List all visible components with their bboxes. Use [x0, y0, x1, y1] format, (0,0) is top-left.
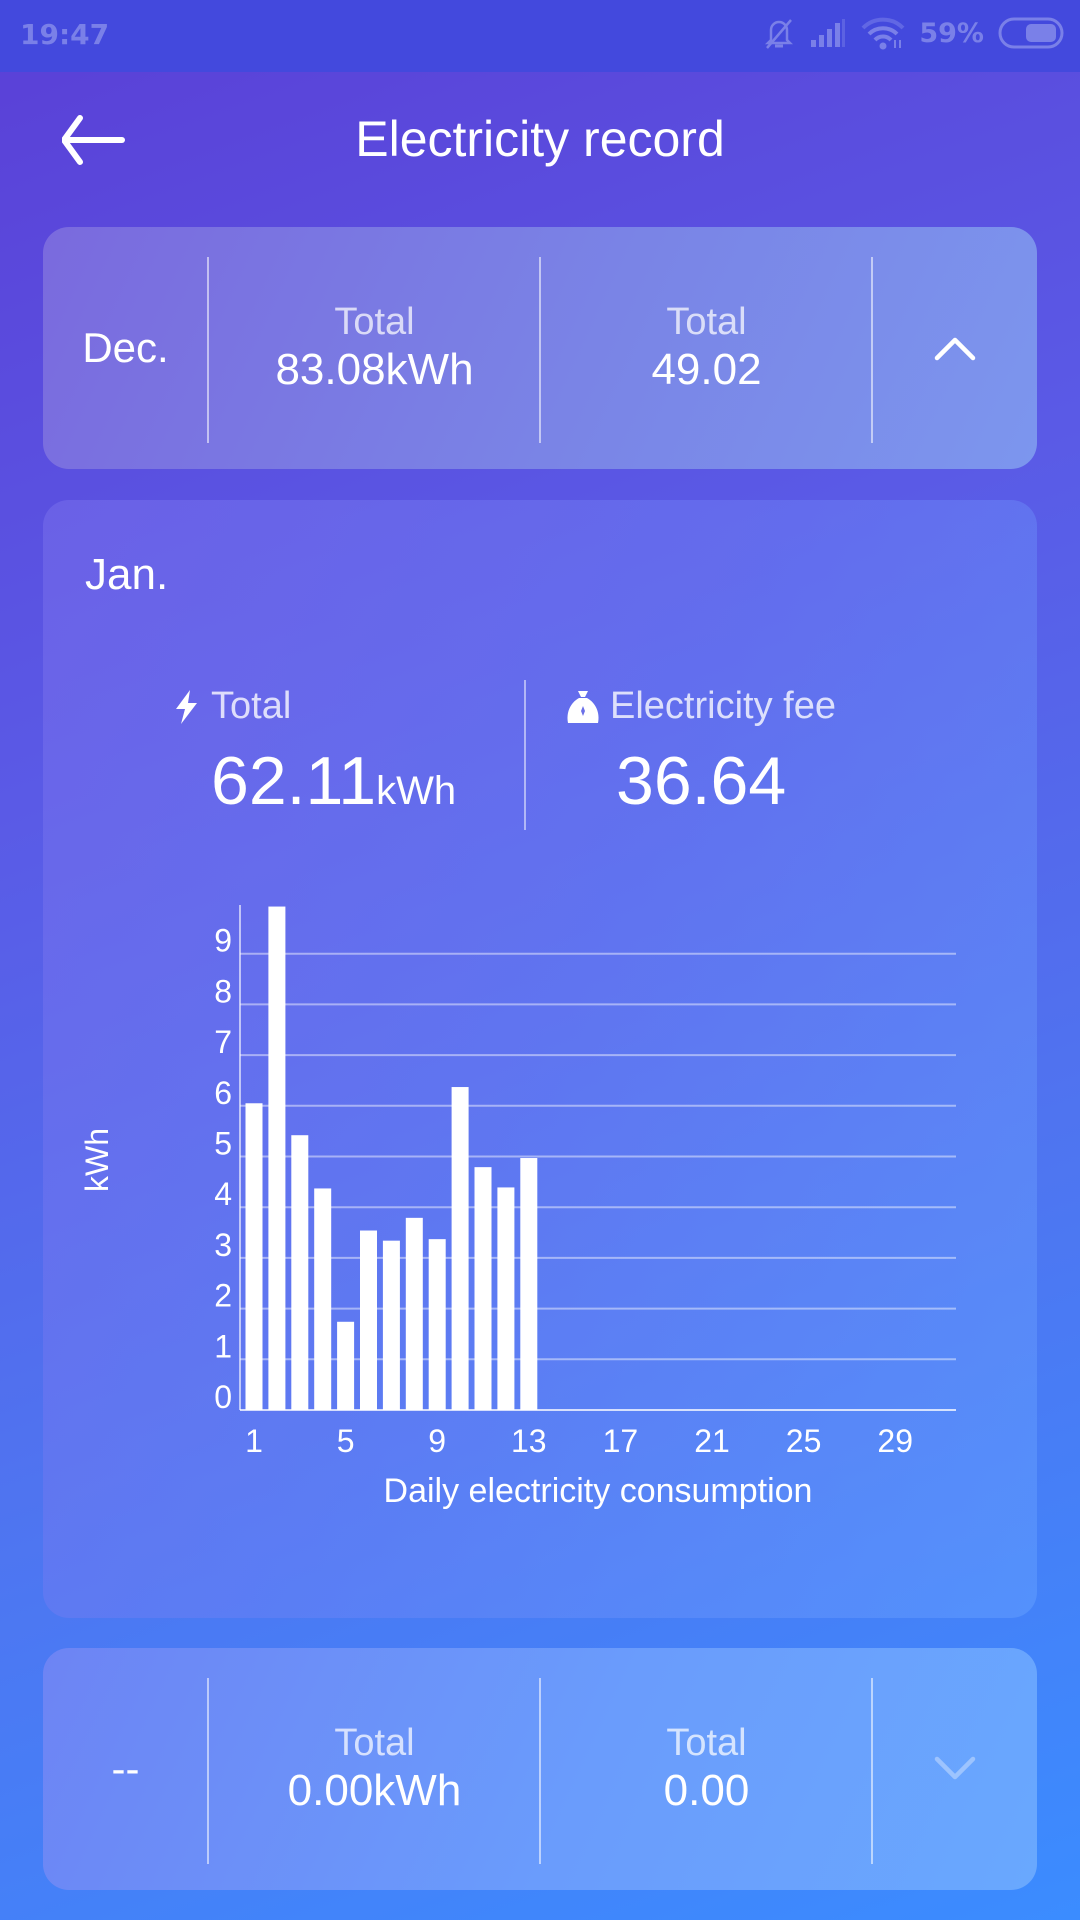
x-tick-label: 29 [877, 1423, 913, 1459]
y-tick-label: 9 [214, 923, 232, 959]
daily-consumption-chart: 0123456789 1 5 9 13 17 21 25 29 kWh Daily elect… [79, 905, 956, 1510]
energy-value: 83.08kWh [275, 345, 474, 394]
x-tick-label: 25 [786, 1423, 822, 1459]
x-tick-label: 17 [603, 1423, 639, 1459]
fee-total: Total 0.00 [541, 1648, 872, 1890]
page-title: Electricity record [355, 111, 725, 167]
fee-label: Total [666, 301, 747, 343]
y-tick-label: 5 [214, 1126, 232, 1162]
wifi-icon [861, 16, 905, 50]
battery-icon [998, 17, 1064, 49]
bar-day-3 [291, 1135, 309, 1410]
x-tick-label: 13 [511, 1423, 547, 1459]
month-label: Dec. [82, 324, 169, 371]
bar-day-2 [268, 906, 286, 1410]
x-tick-label: 21 [694, 1423, 730, 1459]
fee-value: 49.02 [651, 345, 762, 394]
collapse-button[interactable] [873, 227, 1037, 469]
bar-day-10 [451, 1087, 469, 1410]
chart-grid [240, 952, 956, 1361]
y-tick-label: 1 [214, 1328, 232, 1364]
fee-total: Total 49.02 [541, 227, 872, 469]
bar-day-8 [405, 1217, 423, 1410]
fee-value: 0.00 [663, 1766, 750, 1815]
month-summary-card-next[interactable]: -- Total 0.00kWh Total 0.00 [43, 1648, 1037, 1890]
x-tick-label: 5 [337, 1423, 355, 1459]
bar-day-5 [337, 1321, 355, 1410]
energy-value: 0.00kWh [287, 1766, 462, 1815]
x-axis-label: Daily electricity consumption [384, 1472, 813, 1510]
expand-button[interactable] [873, 1648, 1037, 1890]
app-header: Electricity record [0, 72, 1080, 202]
status-bar: 19:47 59% [0, 0, 1080, 72]
bar-day-7 [382, 1240, 400, 1410]
month-summary-card-previous[interactable]: Dec. Total 83.08kWh Total 49.02 [43, 227, 1037, 469]
y-tick-label: 4 [214, 1176, 232, 1212]
signal-icon [809, 18, 847, 48]
chart-bars [245, 906, 538, 1410]
energy-label: Total [334, 1722, 415, 1764]
bar-day-11 [474, 1167, 492, 1410]
bar-day-9 [428, 1239, 446, 1410]
y-tick-label: 7 [214, 1024, 232, 1060]
energy-total: Total 83.08kWh [209, 227, 540, 469]
bar-day-13 [520, 1158, 538, 1410]
bar-day-12 [497, 1187, 515, 1410]
x-tick-label: 1 [245, 1423, 263, 1459]
bar-day-6 [360, 1230, 377, 1410]
bar-day-4 [314, 1188, 332, 1410]
energy-label: Total [334, 301, 415, 343]
energy-total: Total 0.00kWh [209, 1648, 540, 1890]
chevron-down-icon [934, 1756, 976, 1780]
x-tick-labels: 1 5 9 13 17 21 25 29 [245, 1423, 913, 1459]
x-tick-label: 9 [428, 1423, 446, 1459]
y-tick-label: 2 [214, 1278, 232, 1314]
y-tick-label: 6 [214, 1075, 232, 1111]
battery-percent: 59% [919, 17, 984, 49]
bar-day-1 [245, 1103, 263, 1410]
bell-off-icon [763, 16, 795, 50]
month-label: -- [111, 1745, 140, 1792]
status-time: 19:47 [20, 18, 110, 51]
y-tick-label: 3 [214, 1227, 232, 1263]
y-axis-label: kWh [79, 1128, 115, 1192]
y-tick-label: 0 [214, 1379, 232, 1415]
chevron-up-icon [934, 337, 976, 361]
month-detail-card: Jan. Total 62.11kWh Electricity fee 36.6… [43, 500, 1037, 1618]
y-tick-label: 8 [214, 973, 232, 1009]
fee-label: Total [666, 1722, 747, 1764]
y-tick-labels: 0 1 2 3 4 5 6 7 8 9 [214, 923, 232, 1415]
